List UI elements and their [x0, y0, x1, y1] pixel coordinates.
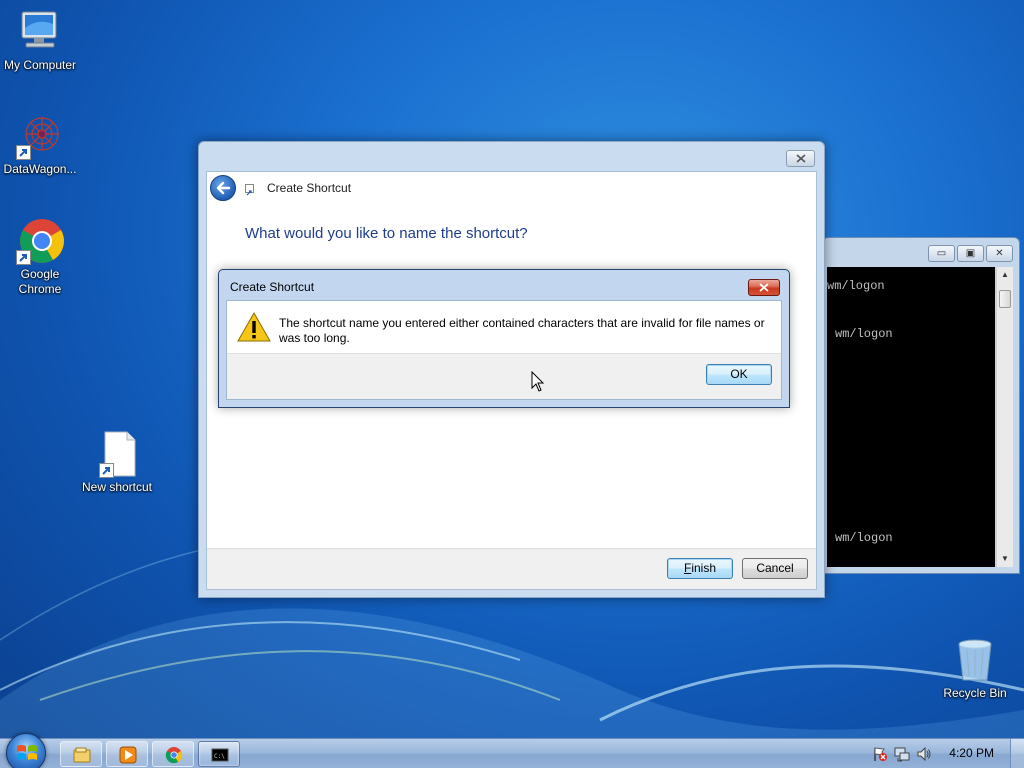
- desktop-icon-datawagon[interactable]: DataWagon...: [0, 112, 80, 177]
- taskbar-chrome-button[interactable]: [152, 741, 194, 767]
- recycle-bin-icon: [951, 636, 999, 684]
- shortcut-arrow-icon: [245, 184, 254, 196]
- desktop-icon-my-computer[interactable]: My Computer: [0, 8, 80, 73]
- wizard-footer: Finish Cancel: [207, 548, 816, 589]
- console-output[interactable]: wm/logon wm/logon wm/logon: [827, 267, 995, 567]
- show-desktop-button[interactable]: [1010, 739, 1024, 768]
- back-arrow-icon: [216, 181, 231, 195]
- back-button[interactable]: [210, 175, 236, 201]
- error-dialog-close-button[interactable]: [748, 279, 780, 296]
- desktop-icon-label: New shortcut: [81, 480, 153, 494]
- error-dialog-footer: OK: [227, 353, 781, 399]
- taskbar-media-player-button[interactable]: [106, 741, 148, 767]
- wizard-question: What would you like to name the shortcut…: [245, 225, 528, 242]
- console-icon: C:\: [211, 748, 229, 762]
- console-window[interactable]: ▭ ▣ ✕ wm/logon wm/logon wm/logon ▲ ▼: [822, 237, 1020, 574]
- close-icon: ✕: [995, 248, 1004, 259]
- finish-button[interactable]: Finish: [667, 558, 733, 579]
- warning-icon: [237, 312, 271, 342]
- start-button[interactable]: [6, 733, 46, 768]
- mouse-cursor-icon: [531, 371, 545, 392]
- error-message: The shortcut name you entered either con…: [279, 316, 765, 345]
- console-line: wm/logon: [835, 531, 893, 545]
- volume-icon[interactable]: [916, 746, 932, 762]
- network-icon[interactable]: [894, 746, 910, 762]
- console-titlebar[interactable]: ▭ ▣ ✕: [823, 238, 1019, 267]
- close-button[interactable]: ✕: [986, 245, 1013, 262]
- datawagon-icon: [16, 112, 64, 160]
- desktop-icon-label: DataWagon...: [3, 162, 77, 176]
- cancel-button[interactable]: Cancel: [742, 558, 808, 579]
- action-center-flag-icon[interactable]: [872, 746, 888, 762]
- computer-icon: [16, 8, 64, 56]
- finish-label: inish: [691, 561, 717, 575]
- system-tray: 4:20 PM: [864, 739, 1024, 768]
- desktop-icon-label: Google Chrome: [18, 267, 62, 296]
- scroll-thumb[interactable]: [999, 290, 1011, 308]
- error-dialog-body: The shortcut name you entered either con…: [226, 300, 782, 400]
- error-dialog[interactable]: Create Shortcut The shortcut name you en…: [218, 269, 790, 408]
- shortcut-arrow-icon: [99, 463, 114, 478]
- close-icon: [759, 283, 769, 292]
- windows-logo-icon: [17, 745, 37, 760]
- svg-text:C:\: C:\: [214, 753, 225, 760]
- wizard-title: Create Shortcut: [267, 181, 352, 195]
- console-line: wm/logon: [835, 327, 893, 341]
- maximize-icon: ▣: [965, 248, 976, 259]
- minimize-button[interactable]: ▭: [928, 245, 955, 262]
- shortcut-arrow-icon: [16, 250, 31, 265]
- desktop-icon-google-chrome[interactable]: Google Chrome: [0, 217, 80, 297]
- minimize-icon: ▭: [936, 248, 947, 259]
- desktop-icon-label: Recycle Bin: [943, 686, 1007, 700]
- taskbar-explorer-button[interactable]: [60, 741, 102, 767]
- chrome-icon: [165, 747, 183, 764]
- console-scrollbar[interactable]: ▲ ▼: [996, 267, 1013, 567]
- scroll-down-arrow-icon[interactable]: ▼: [997, 551, 1013, 567]
- taskbar-console-button[interactable]: C:\: [198, 741, 240, 767]
- blank-file-icon: [93, 430, 141, 478]
- desktop-icon-label: My Computer: [3, 58, 77, 72]
- media-player-icon: [119, 746, 137, 764]
- desktop-icon-new-shortcut[interactable]: New shortcut: [77, 430, 157, 495]
- desktop-icon-recycle-bin[interactable]: Recycle Bin: [935, 636, 1015, 701]
- error-dialog-title: Create Shortcut: [230, 280, 315, 294]
- taskbar-clock[interactable]: 4:20 PM: [949, 746, 994, 760]
- chrome-icon: [16, 217, 64, 265]
- taskbar: C:\ 4:20 PM: [0, 733, 1024, 768]
- wizard-navbar: Create Shortcut: [207, 172, 816, 204]
- shortcut-arrow-icon: [16, 145, 31, 160]
- scroll-up-arrow-icon[interactable]: ▲: [997, 267, 1013, 283]
- ok-button[interactable]: OK: [706, 364, 772, 385]
- explorer-icon: [73, 747, 91, 763]
- wizard-close-button[interactable]: [786, 150, 815, 167]
- maximize-button[interactable]: ▣: [957, 245, 984, 262]
- console-line: wm/logon: [827, 279, 885, 293]
- close-icon: [795, 154, 806, 163]
